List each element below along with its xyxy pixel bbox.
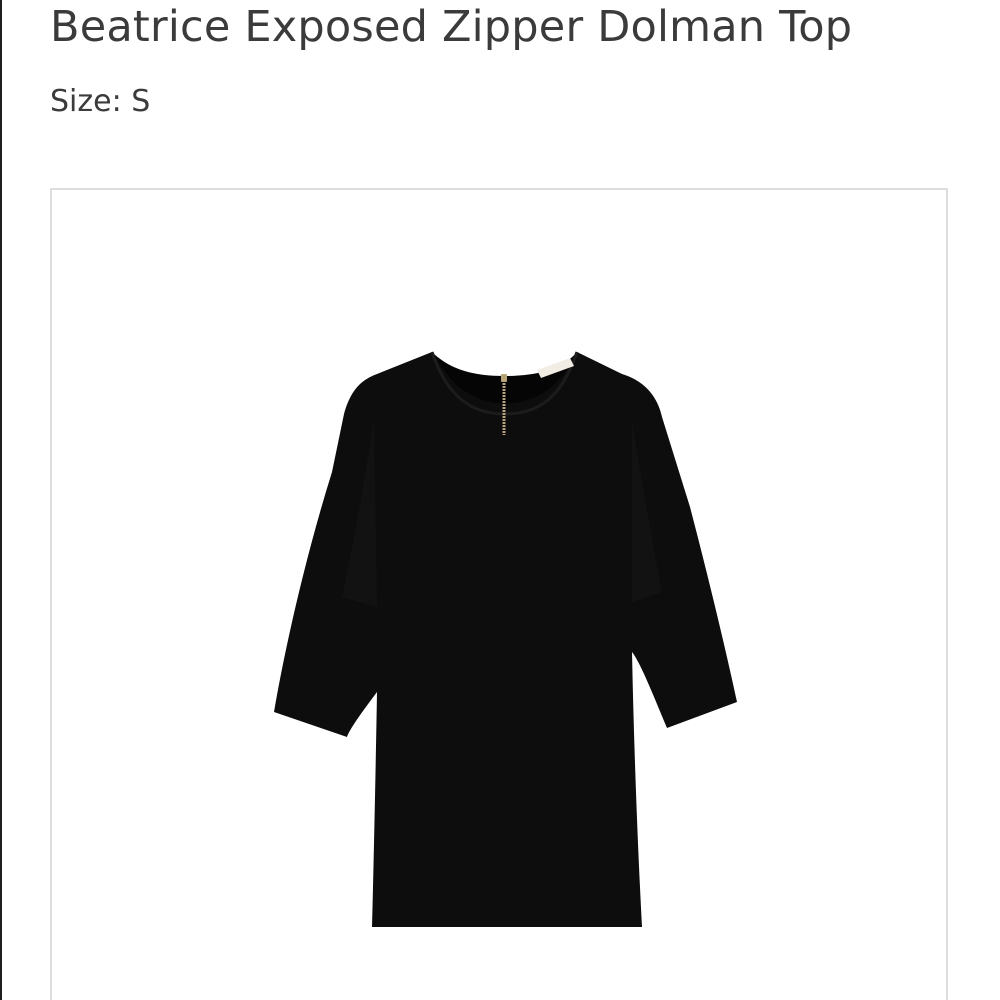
- size-label: Size:: [50, 84, 122, 119]
- garment-body: [274, 352, 737, 927]
- zipper-pull: [501, 374, 507, 382]
- size-value: S: [131, 84, 151, 119]
- product-title: Beatrice Exposed Zipper Dolman Top: [50, 2, 853, 52]
- size-info: Size: S: [50, 82, 150, 122]
- window-left-edge: [0, 0, 2, 1000]
- product-image-frame[interactable]: [50, 188, 948, 1000]
- garment-top: [274, 351, 737, 927]
- product-image: [274, 351, 737, 927]
